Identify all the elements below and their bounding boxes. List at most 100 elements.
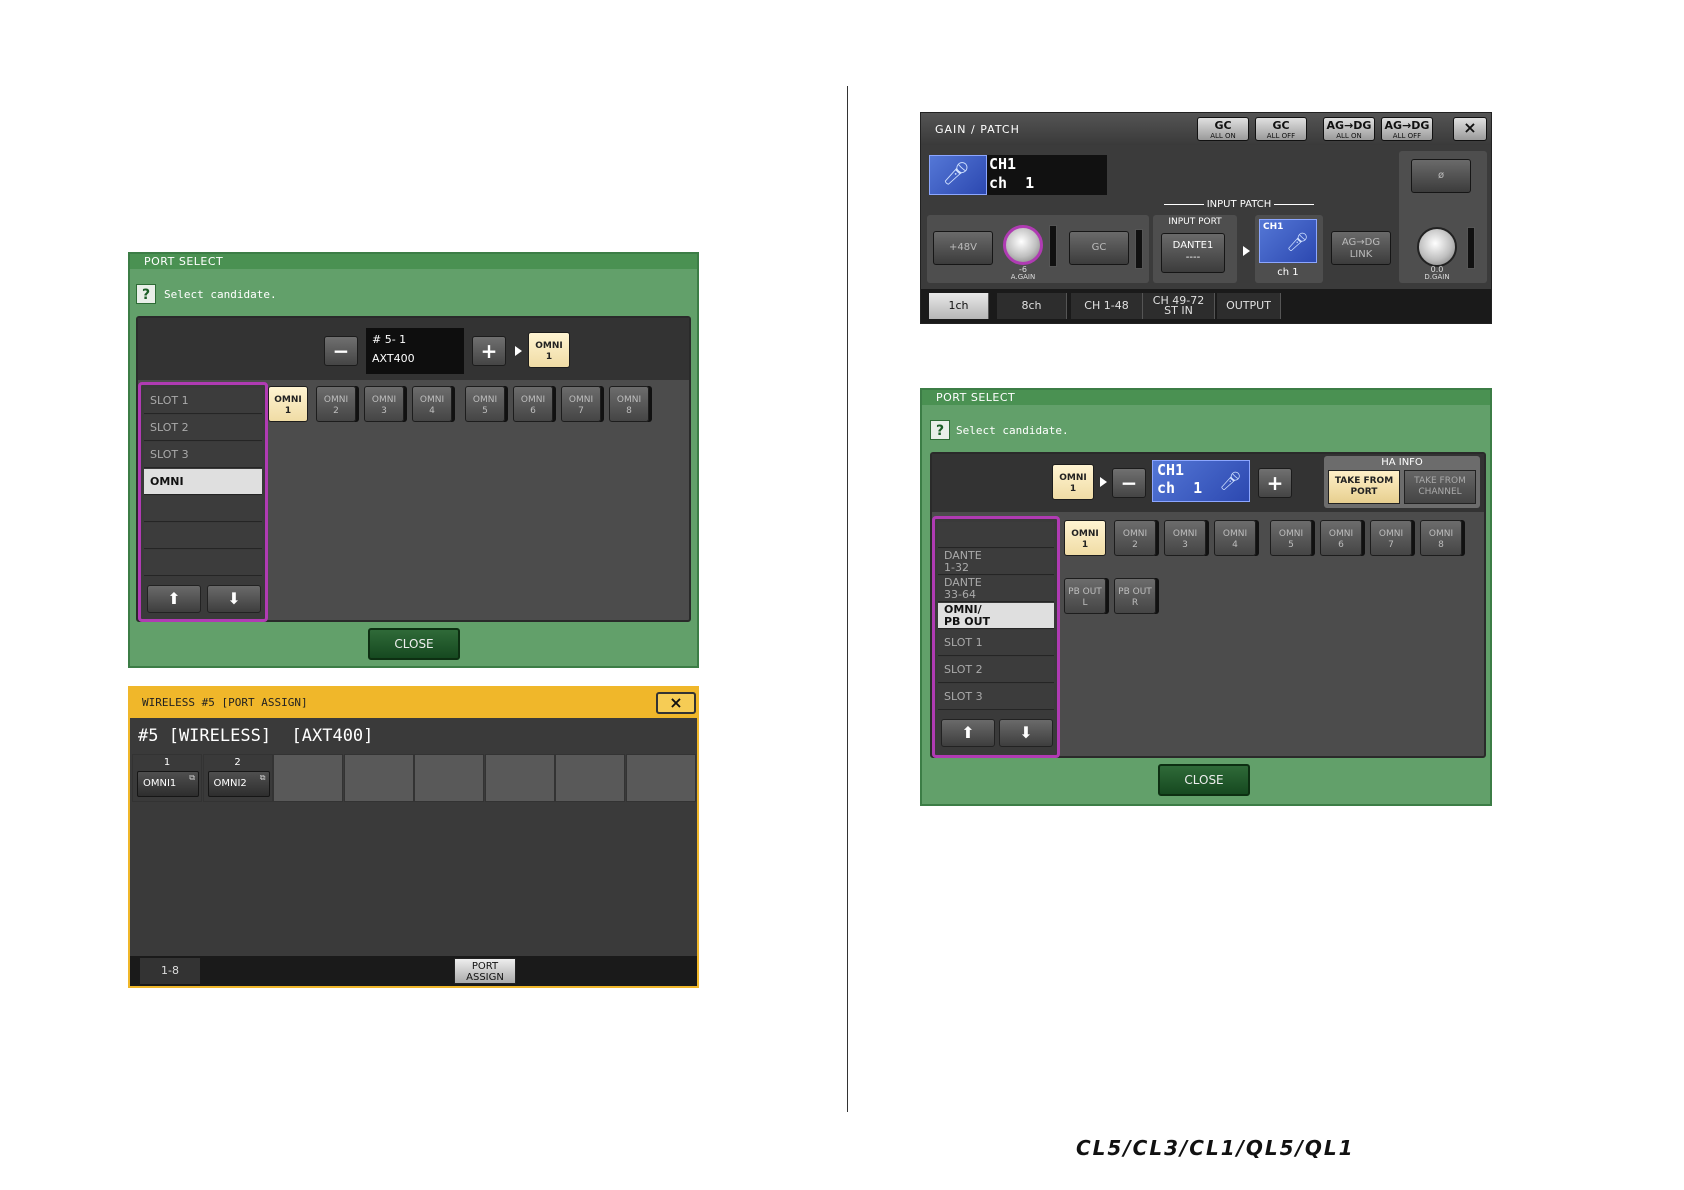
close-button[interactable]: CLOSE bbox=[368, 628, 460, 660]
minus-button[interactable]: − bbox=[1112, 468, 1146, 498]
port-button-omni-8[interactable]: OMNI 8 bbox=[1420, 520, 1462, 556]
category-item[interactable]: DANTE 33-64 bbox=[938, 576, 1054, 602]
category-item[interactable]: OMNI bbox=[144, 469, 262, 495]
port-button-omni-5[interactable]: OMNI 5 bbox=[1270, 520, 1312, 556]
port-button[interactable]: OMNI2 ⧉ bbox=[207, 771, 270, 797]
scroll-down-button[interactable]: ⬇ bbox=[207, 585, 261, 613]
patch-channel-name: ch 1 bbox=[1277, 267, 1299, 278]
port-button-omni-4[interactable]: OMNI 4 bbox=[1214, 520, 1256, 556]
category-list: SLOT 1 SLOT 2 SLOT 3 OMNI ⬆ ⬇ bbox=[138, 382, 268, 622]
ag-dg-link-button[interactable]: AG→DG LINK bbox=[1331, 231, 1391, 265]
category-item[interactable] bbox=[144, 496, 262, 522]
assign-slot[interactable] bbox=[484, 754, 555, 802]
target-port-button[interactable]: OMNI 1 bbox=[528, 332, 570, 368]
scroll-up-button[interactable]: ⬆ bbox=[941, 719, 995, 747]
plus-button[interactable]: + bbox=[472, 336, 506, 366]
assign-slot[interactable] bbox=[555, 754, 625, 802]
channel-name-display: CH1 ch 1 bbox=[987, 155, 1107, 195]
scroll-down-button[interactable]: ⬇ bbox=[999, 719, 1053, 747]
microphone-icon: 🎤︎ bbox=[1219, 471, 1242, 492]
channel-tile: CH1 ch 1 🎤︎ bbox=[1152, 460, 1250, 502]
assign-slot[interactable] bbox=[414, 754, 484, 802]
port-button-omni-3[interactable]: OMNI 3 bbox=[1164, 520, 1206, 556]
tab-3[interactable]: CH 49-72 ST IN bbox=[1143, 293, 1215, 319]
category-item[interactable]: SLOT 2 bbox=[144, 415, 262, 441]
device-heading: #5 [WIRELESS] [AXT400] bbox=[138, 726, 374, 746]
help-icon[interactable]: ? bbox=[930, 420, 950, 440]
input-port-label: INPUT PORT bbox=[1168, 217, 1222, 227]
take-from-port-button[interactable]: TAKE FROM PORT bbox=[1328, 470, 1400, 504]
plus-button[interactable]: + bbox=[1258, 468, 1292, 498]
close-button[interactable]: CLOSE bbox=[1158, 764, 1250, 796]
port-button-omni-7[interactable]: OMNI 7 bbox=[1370, 520, 1412, 556]
category-item[interactable] bbox=[144, 523, 262, 549]
phase-button[interactable]: ø bbox=[1411, 159, 1471, 193]
category-item[interactable]: SLOT 1 bbox=[144, 388, 262, 414]
port-button-omni-1[interactable]: OMNI 1 bbox=[1064, 520, 1106, 556]
wireless-port-assign-dialog: WIRELESS #5 [PORT ASSIGN] × #5 [WIRELESS… bbox=[128, 686, 699, 988]
category-item[interactable]: SLOT 1 bbox=[938, 630, 1054, 656]
analog-gain-knob[interactable] bbox=[1003, 225, 1043, 265]
input-port-button[interactable]: DANTE1 ---- bbox=[1161, 233, 1225, 273]
close-button[interactable]: × bbox=[1453, 117, 1487, 141]
category-item[interactable]: SLOT 3 bbox=[938, 684, 1054, 710]
product-logo: CL5/CL3/CL1/QL5/QL1 bbox=[1076, 1136, 1355, 1160]
tab-1-8[interactable]: 1-8 bbox=[140, 958, 200, 984]
assign-slot[interactable] bbox=[625, 754, 696, 802]
again-meter bbox=[1049, 225, 1057, 267]
digital-gain-knob[interactable] bbox=[1417, 227, 1457, 267]
port-button-omni-2[interactable]: OMNI 2 bbox=[1114, 520, 1156, 556]
again-label: A.GAIN bbox=[1010, 273, 1036, 281]
top-toggle-button[interactable]: AG→DG ALL ON bbox=[1323, 117, 1375, 141]
gc-button[interactable]: GC bbox=[1069, 231, 1129, 265]
port-button-omni-1[interactable]: OMNI 1 bbox=[268, 386, 308, 422]
assign-slot[interactable]: 2 OMNI2 ⧉ bbox=[202, 754, 273, 802]
category-item[interactable]: SLOT 2 bbox=[938, 657, 1054, 683]
dialog-title: WIRELESS #5 [PORT ASSIGN] bbox=[130, 688, 697, 718]
top-toggle-button[interactable]: GC ALL ON bbox=[1197, 117, 1249, 141]
port-button-pb-out[interactable]: PB OUT R bbox=[1114, 578, 1156, 614]
input-patch-label: INPUT PATCH bbox=[1157, 199, 1321, 211]
top-toggle-button[interactable]: GC ALL OFF bbox=[1255, 117, 1307, 141]
selection-panel: OMNI 1 − CH1 ch 1 🎤︎ + HA INFO TAKE FROM P… bbox=[930, 452, 1486, 758]
port-button-omni-3[interactable]: OMNI 3 bbox=[364, 386, 404, 422]
assign-slot[interactable] bbox=[273, 754, 343, 802]
port-button-omni-4[interactable]: OMNI 4 bbox=[412, 386, 452, 422]
top-toggle-button[interactable]: AG→DG ALL OFF bbox=[1381, 117, 1433, 141]
channel-icon-tile[interactable]: 🎤︎ bbox=[929, 155, 987, 195]
help-icon[interactable]: ? bbox=[136, 284, 156, 304]
scroll-up-button[interactable]: ⬆ bbox=[147, 585, 201, 613]
category-item[interactable] bbox=[144, 550, 262, 576]
port-button[interactable]: OMNI1 ⧉ bbox=[137, 771, 199, 797]
port-button-omni-6[interactable]: OMNI 6 bbox=[513, 386, 553, 422]
port-button-pb-out[interactable]: PB OUT L bbox=[1064, 578, 1106, 614]
category-item[interactable]: OMNI/PB OUT bbox=[938, 603, 1054, 629]
category-item[interactable]: SLOT 3 bbox=[144, 442, 262, 468]
tab-4[interactable]: OUTPUT bbox=[1217, 293, 1281, 319]
dgain-label: D.GAIN bbox=[1424, 273, 1450, 281]
patch-channel-button[interactable]: CH1 🎤︎ bbox=[1259, 219, 1317, 263]
port-button-omni-5[interactable]: OMNI 5 bbox=[465, 386, 505, 422]
tab-0[interactable]: 1ch bbox=[929, 293, 989, 319]
source-port-button[interactable]: OMNI 1 bbox=[1052, 464, 1094, 500]
port-button-omni-2[interactable]: OMNI 2 bbox=[316, 386, 356, 422]
tab-2[interactable]: CH 1-48 bbox=[1071, 293, 1143, 319]
port-button-omni-8[interactable]: OMNI 8 bbox=[609, 386, 649, 422]
assign-slot[interactable]: 1 OMNI1 ⧉ bbox=[132, 754, 202, 802]
port-button-omni-6[interactable]: OMNI 6 bbox=[1320, 520, 1362, 556]
prompt-text: Select candidate. bbox=[956, 424, 1069, 437]
prompt-text: Select candidate. bbox=[164, 288, 277, 301]
phantom-power-button[interactable]: +48V bbox=[933, 231, 993, 265]
category-item[interactable]: DANTE 1-32 bbox=[938, 549, 1054, 575]
patch-arrow-icon bbox=[515, 346, 522, 356]
dialog-title: PORT SELECT bbox=[130, 254, 697, 269]
close-button[interactable]: × bbox=[656, 692, 696, 714]
category-item[interactable] bbox=[938, 522, 1054, 548]
minus-button[interactable]: − bbox=[324, 336, 358, 366]
window-title: GAIN / PATCH bbox=[935, 123, 1020, 136]
assign-slot[interactable] bbox=[343, 754, 414, 802]
port-assign-button[interactable]: PORT ASSIGN bbox=[454, 958, 516, 984]
take-from-channel-button[interactable]: TAKE FROM CHANNEL bbox=[1404, 470, 1476, 504]
tab-1[interactable]: 8ch bbox=[997, 293, 1067, 319]
port-button-omni-7[interactable]: OMNI 7 bbox=[561, 386, 601, 422]
